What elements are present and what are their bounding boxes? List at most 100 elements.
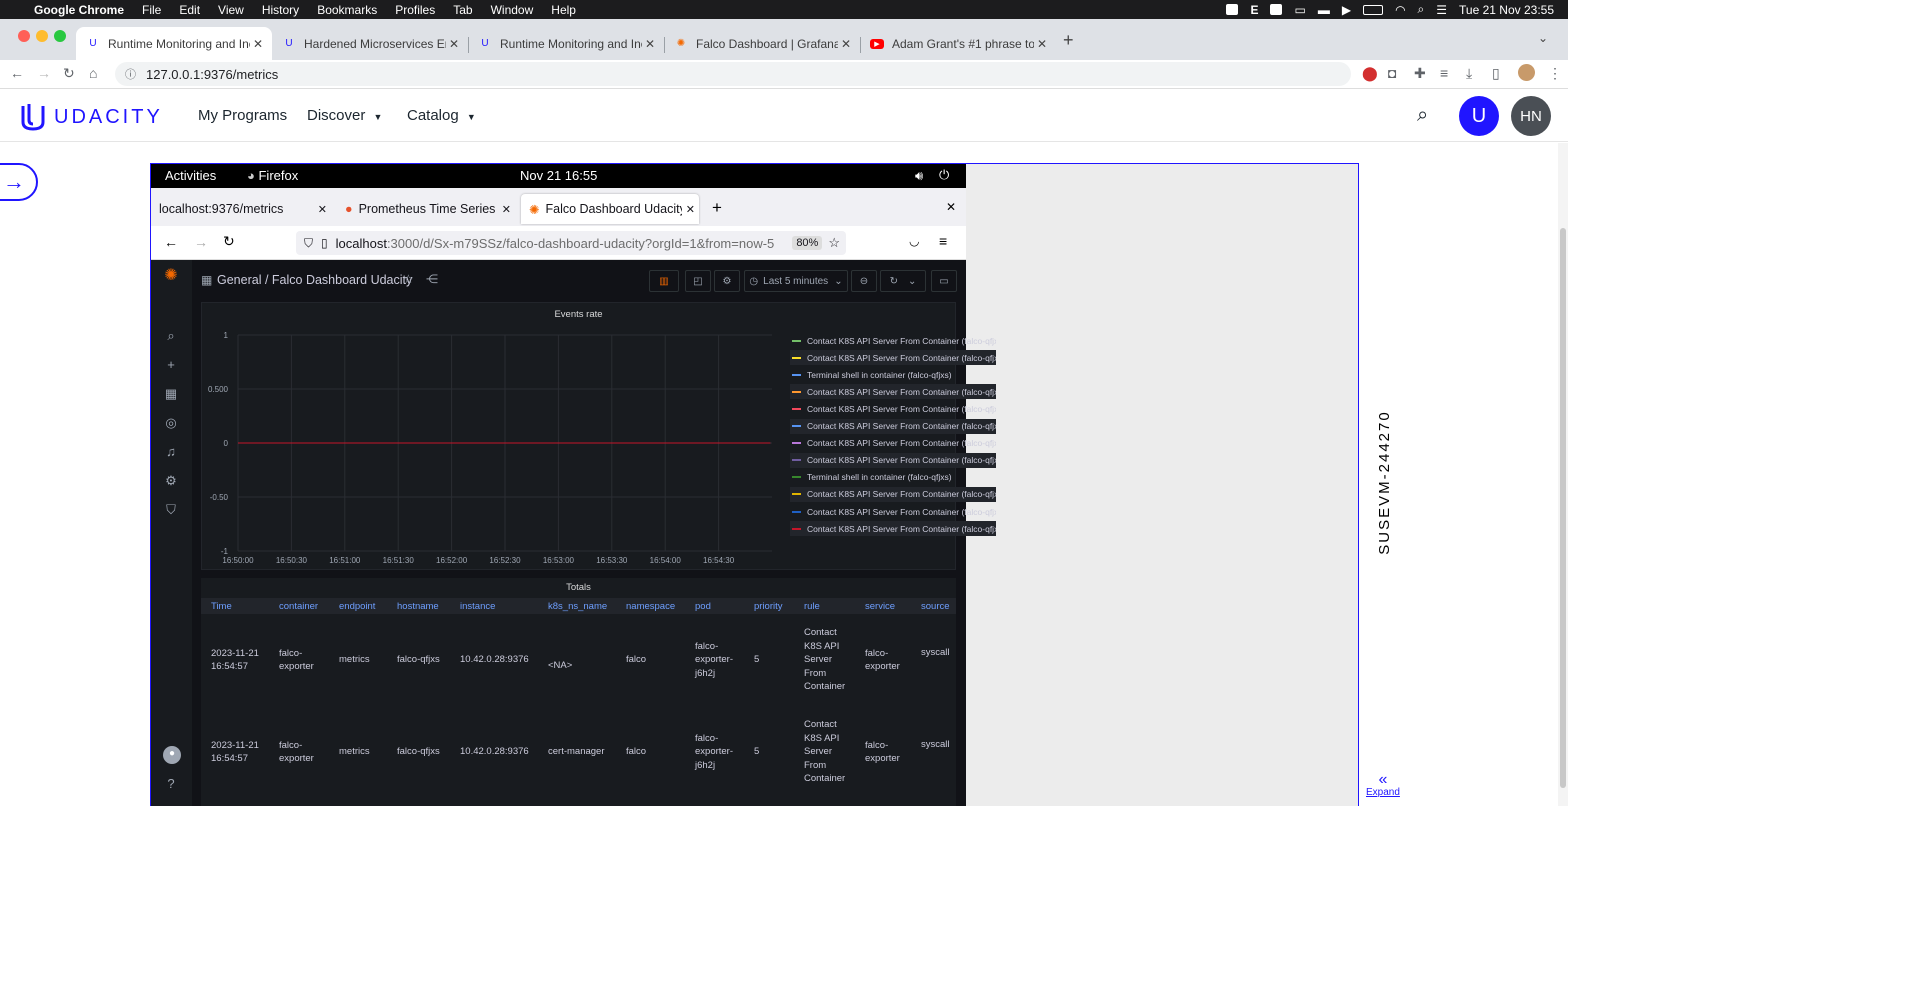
totals-title[interactable]: Totals: [201, 582, 956, 593]
col-time[interactable]: Time: [201, 598, 269, 614]
legend-item[interactable]: Contact K8S API Server From Container (f…: [790, 521, 996, 537]
dashboards-icon[interactable]: ▦: [163, 386, 179, 402]
camera-icon[interactable]: ◘: [1388, 65, 1396, 81]
close-tab-icon[interactable]: ✕: [250, 37, 266, 51]
wifi-icon[interactable]: ◠: [1395, 3, 1405, 17]
page-icon[interactable]: ▯: [321, 236, 328, 250]
forward-icon[interactable]: →: [194, 234, 208, 250]
legend-item[interactable]: Contact K8S API Server From Container (f…: [790, 333, 996, 348]
open-sidebar-button[interactable]: →: [0, 163, 38, 201]
expand-button[interactable]: « Expand: [1366, 772, 1400, 799]
bookmark-star-icon[interactable]: ☆: [828, 235, 840, 251]
grafana-logo-icon[interactable]: ✺: [163, 268, 179, 284]
notion-icon[interactable]: [1226, 4, 1239, 15]
grid-app-icon[interactable]: [1270, 4, 1283, 15]
play-icon[interactable]: ▶: [1342, 3, 1351, 17]
close-tab-icon[interactable]: ✕: [838, 37, 854, 51]
legend-item[interactable]: Contact K8S API Server From Container (f…: [790, 436, 996, 451]
chrome-tab[interactable]: ▶ Adam Grant's #1 phrase to unl ✕: [860, 27, 1056, 60]
save-dashboard-button[interactable]: ◰: [685, 270, 711, 292]
col-source[interactable]: source: [911, 598, 956, 614]
col-namespace[interactable]: namespace: [616, 598, 685, 614]
pocket-icon[interactable]: ◡: [909, 234, 919, 248]
firefox-tab[interactable]: ✺ Falco Dashboard Udacity ✕: [521, 194, 699, 224]
activities-button[interactable]: Activities: [165, 168, 216, 183]
menu-help[interactable]: Help: [551, 3, 576, 17]
reload-icon[interactable]: ↻: [223, 233, 235, 250]
add-panel-button[interactable]: ▥: [649, 270, 679, 292]
plus-icon[interactable]: +: [163, 357, 179, 373]
close-window-button[interactable]: [18, 30, 30, 42]
back-icon[interactable]: ←: [10, 65, 24, 81]
col-hostname[interactable]: hostname: [387, 598, 450, 614]
menu-window[interactable]: Window: [491, 3, 534, 17]
close-tab-icon[interactable]: ✕: [446, 37, 462, 51]
page-scrollbar[interactable]: [1558, 143, 1568, 806]
close-tab-icon[interactable]: ✕: [1034, 37, 1050, 51]
tab-search-icon[interactable]: ⌄: [1538, 31, 1548, 45]
col-instance[interactable]: instance: [450, 598, 538, 614]
shield-icon[interactable]: ⛉: [163, 502, 179, 518]
legend-item[interactable]: Contact K8S API Server From Container (f…: [790, 350, 996, 366]
menu-app-name[interactable]: Google Chrome: [34, 3, 124, 17]
home-icon[interactable]: ⌂: [89, 65, 97, 81]
menu-history[interactable]: History: [262, 3, 299, 17]
share-icon[interactable]: ⋲: [426, 272, 438, 286]
evernote-icon[interactable]: E: [1250, 3, 1258, 17]
forward-icon[interactable]: →: [37, 65, 51, 81]
breadcrumb-folder[interactable]: General: [217, 273, 261, 287]
menu-profiles[interactable]: Profiles: [395, 3, 435, 17]
hamburger-menu-icon[interactable]: ≡: [939, 233, 947, 249]
refresh-button[interactable]: ↻ ⌄: [880, 270, 926, 292]
new-tab-button[interactable]: +: [712, 198, 722, 218]
legend-item[interactable]: Terminal shell in container (falco-qfjxs…: [790, 367, 996, 382]
battery-icon[interactable]: [1363, 4, 1384, 15]
back-icon[interactable]: ←: [164, 234, 178, 250]
menu-edit[interactable]: Edit: [179, 3, 200, 17]
menubar-clock[interactable]: Tue 21 Nov 23:55: [1459, 3, 1554, 17]
address-bar[interactable]: ⓘ 127.0.0.1:9376/metrics: [115, 62, 1351, 86]
settings-gear-icon[interactable]: ⚙: [163, 473, 179, 489]
chrome-tab[interactable]: U Runtime Monitoring and Incide ✕: [76, 27, 272, 60]
menu-bookmarks[interactable]: Bookmarks: [317, 3, 377, 17]
nav-discover[interactable]: Discover ▼: [307, 107, 382, 124]
zoom-level[interactable]: 80%: [792, 236, 823, 250]
col-priority[interactable]: priority: [744, 598, 794, 614]
close-tab-icon[interactable]: ✕: [686, 203, 695, 216]
time-picker[interactable]: ◷ Last 5 minutes ⌄: [744, 270, 848, 292]
adblock-icon[interactable]: ⬤: [1362, 65, 1378, 82]
col-endpoint[interactable]: endpoint: [329, 598, 387, 614]
close-window-icon[interactable]: ✕: [946, 200, 956, 214]
zoom-out-button[interactable]: ⊖: [851, 270, 877, 292]
side-panel-icon[interactable]: ▯: [1492, 65, 1500, 82]
site-info-icon[interactable]: ⓘ: [125, 66, 136, 82]
profile-avatar[interactable]: [1518, 64, 1535, 81]
menu-file[interactable]: File: [142, 3, 161, 17]
udacity-logo[interactable]: UDACITY: [20, 102, 163, 132]
star-icon[interactable]: ☆: [403, 272, 414, 286]
col-pod[interactable]: pod: [685, 598, 744, 614]
shield-icon[interactable]: ⛉: [304, 236, 313, 251]
events-rate-panel[interactable]: Events rate 1 0.500 0 -0.50 -1 16:50:00 16:50:…: [201, 302, 996, 570]
close-tab-icon[interactable]: ✕: [318, 203, 327, 216]
nav-catalog[interactable]: Catalog ▼: [407, 107, 476, 124]
events-rate-chart[interactable]: 1 0.500 0 -0.50 -116:50:00 16:50:30 16:51:00 16…: [202, 323, 787, 568]
download-icon[interactable]: ⤓: [1466, 65, 1472, 82]
chrome-menu-icon[interactable]: ⋮: [1548, 65, 1562, 82]
col-service[interactable]: service: [855, 598, 911, 614]
legend-item[interactable]: Contact K8S API Server From Container (f…: [790, 486, 996, 502]
new-tab-button[interactable]: +: [1063, 30, 1074, 51]
col-k8s-ns-name[interactable]: k8s_ns_name: [538, 598, 616, 614]
power-icon[interactable]: ⏻: [939, 167, 949, 183]
firefox-app-menu[interactable]: ◕ Firefox: [247, 168, 298, 183]
gnome-clock[interactable]: Nov 21 16:55: [520, 168, 597, 183]
legend-item[interactable]: Contact K8S API Server From Container (f…: [790, 452, 996, 468]
user-avatar-icon[interactable]: ●: [163, 746, 181, 764]
menu-tab[interactable]: Tab: [453, 3, 472, 17]
col-container[interactable]: container: [269, 598, 329, 614]
chrome-tab[interactable]: ✺ Falco Dashboard | Grafana Lab ✕: [664, 27, 860, 60]
dashboard-settings-button[interactable]: ⚙: [714, 270, 740, 292]
chrome-tab[interactable]: U Hardened Microservices Envir ✕: [272, 27, 468, 60]
control-center-icon[interactable]: ☰: [1436, 3, 1447, 17]
firefox-address-bar[interactable]: ⛉ ▯ localhost:3000/d/Sx-m79SSz/falco-das…: [296, 231, 846, 255]
